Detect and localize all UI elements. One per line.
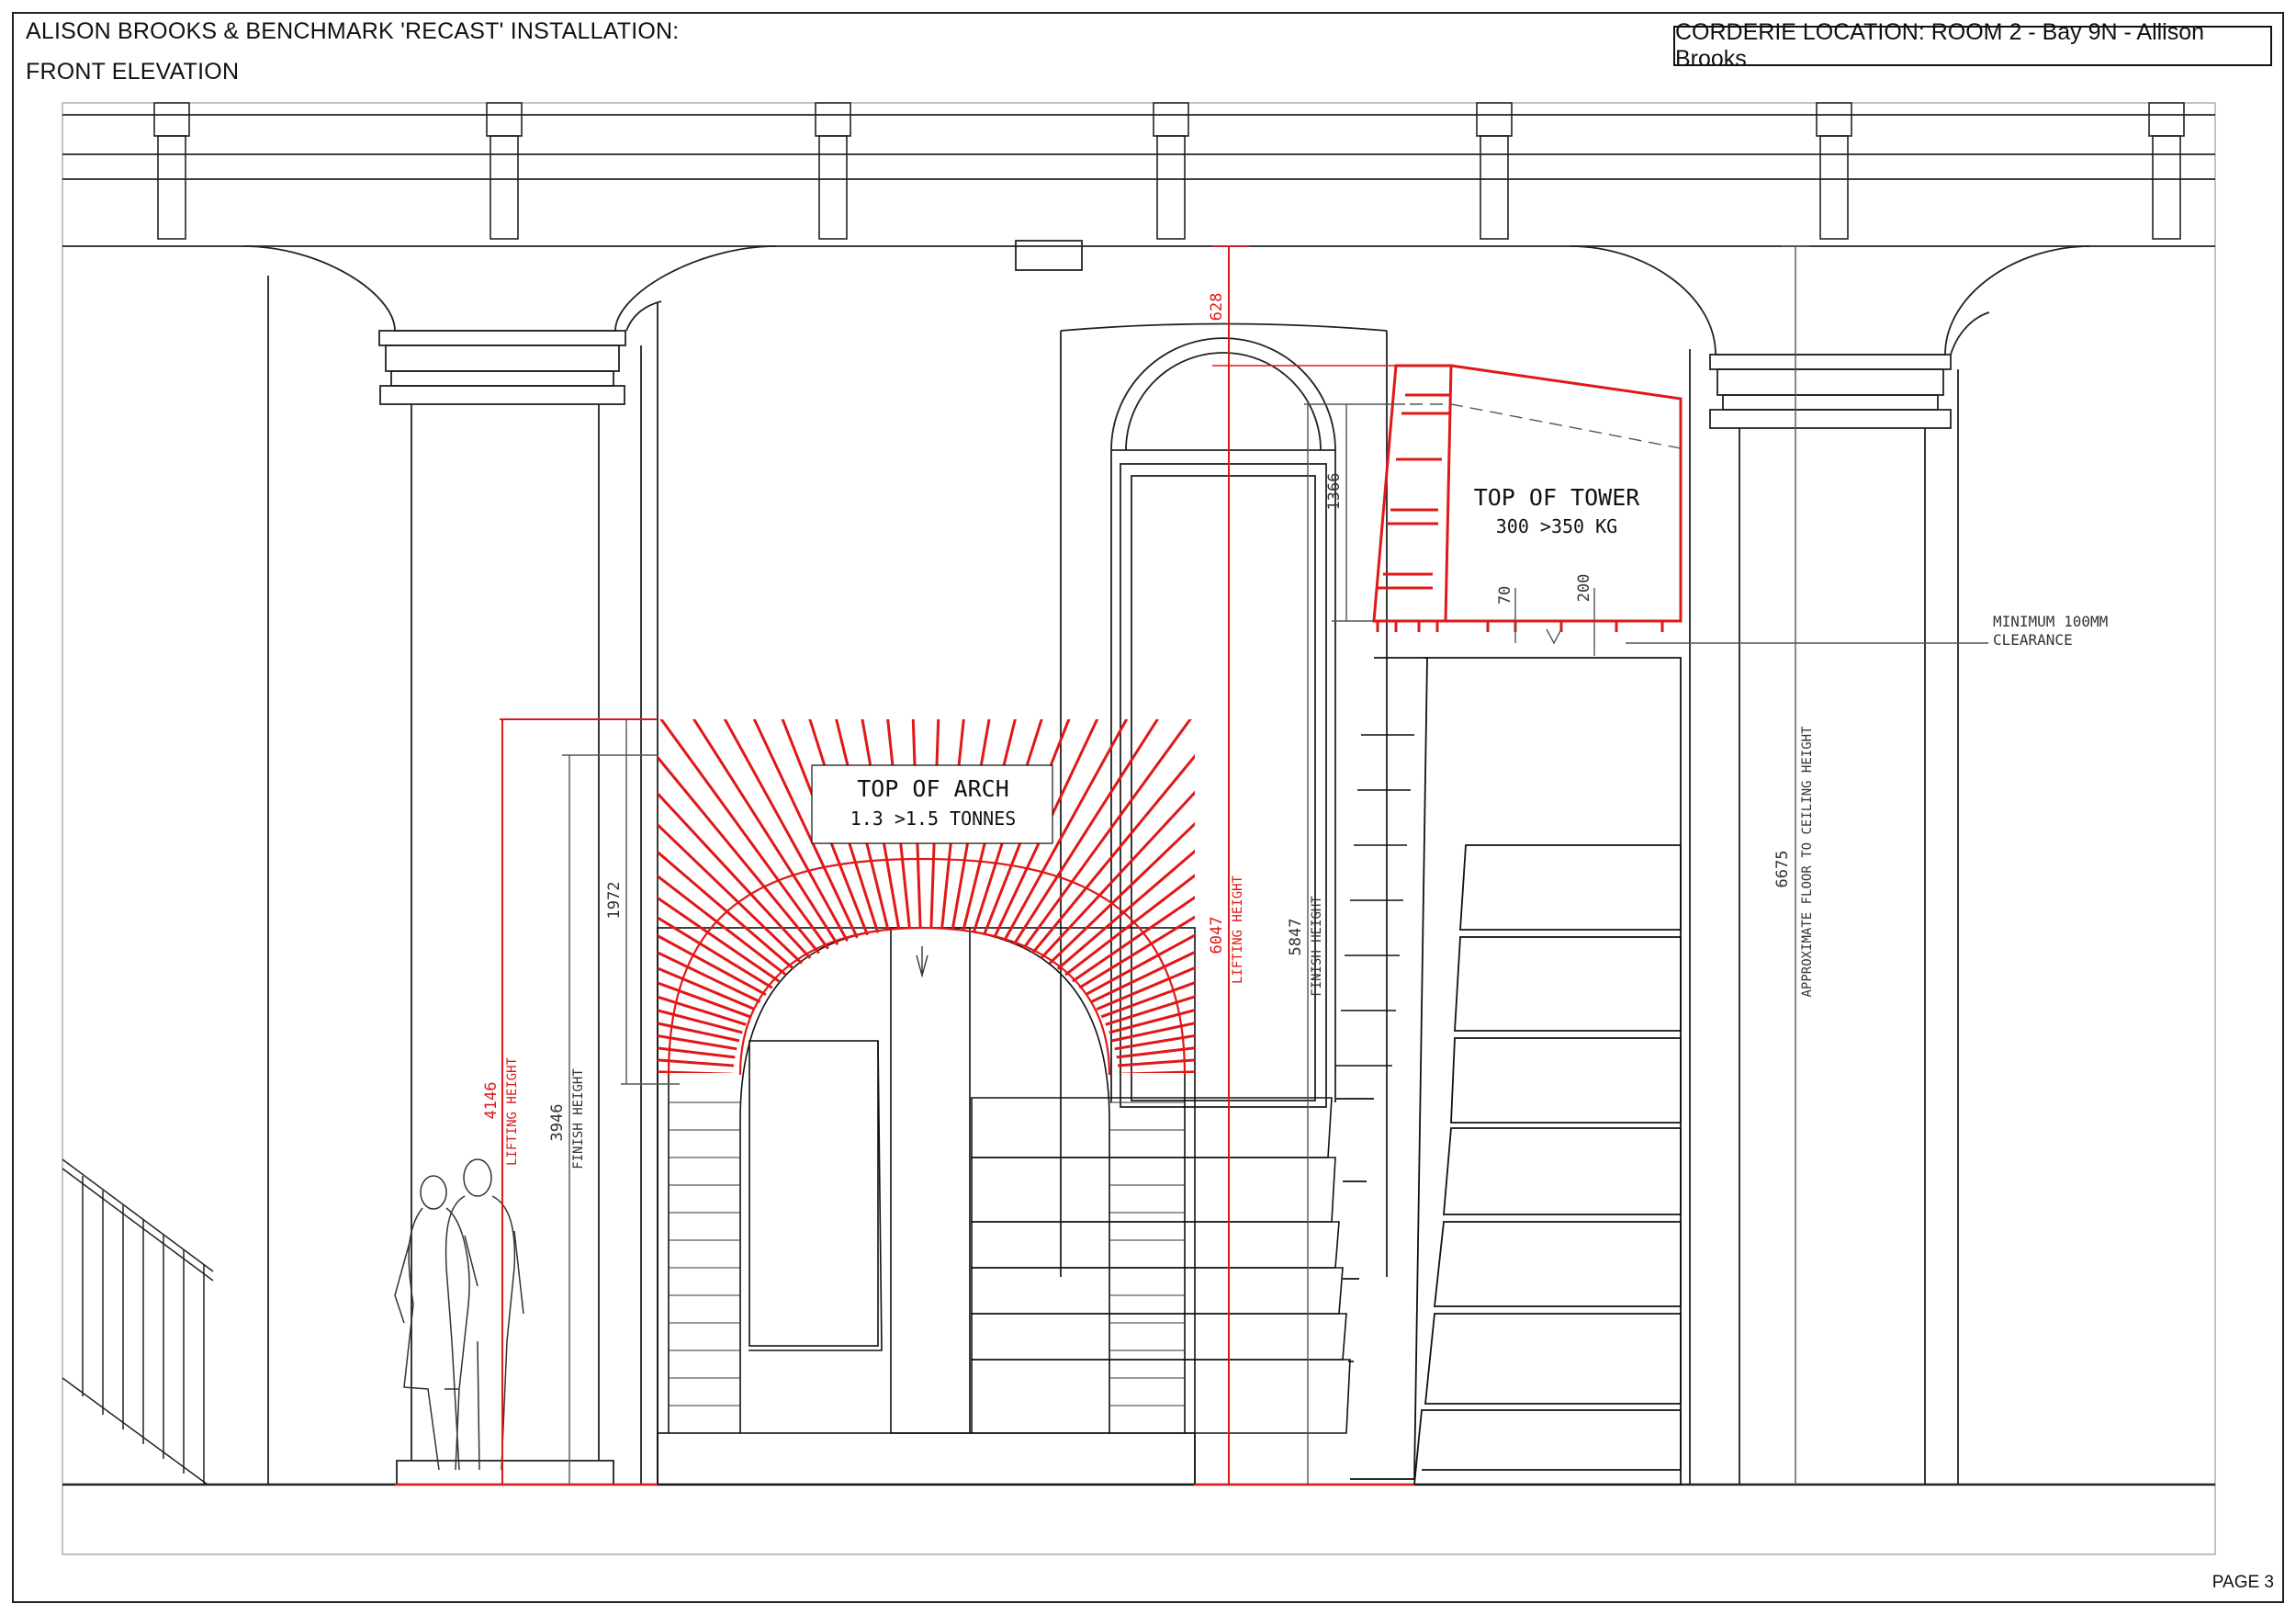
vent-grille — [1015, 240, 1083, 271]
dim-6047: 6047 — [1208, 917, 1226, 954]
clearance-note-2: CLEARANCE — [1993, 631, 2073, 649]
dim-5847-finish: FINISH HEIGHT — [1310, 896, 1324, 997]
dim-4146-lifting: LIFTING HEIGHT — [505, 1056, 520, 1166]
arch-radial-member — [861, 719, 901, 930]
dim-6047-lifting: LIFTING HEIGHT — [1231, 875, 1245, 984]
arch-down-arrow — [916, 946, 929, 978]
arch-radial-member — [658, 791, 812, 959]
dim-3946-finish: FINISH HEIGHT — [571, 1068, 586, 1169]
sheet-border — [12, 12, 2284, 1603]
dim-1366: 1366 — [1325, 473, 1344, 511]
arch-radial-member — [940, 719, 965, 929]
arch-radial-member — [1040, 790, 1195, 959]
clearance-note-1: MINIMUM 100MM — [1993, 613, 2108, 630]
dim-6675-ceiling: APPROXIMATE FLOOR TO CEILING HEIGHT — [1800, 726, 1815, 998]
dimension-lines — [395, 245, 1988, 1485]
arch-radial-member — [658, 995, 747, 1026]
top-of-arch-label: TOP OF ARCH 1.3 >1.5 TONNES — [811, 764, 1053, 844]
dim-4146: 4146 — [482, 1082, 501, 1120]
top-of-arch-title: TOP OF ARCH — [857, 775, 1009, 802]
stair — [62, 1158, 214, 1485]
tower-ladder — [1335, 734, 1414, 1067]
arch-inner-outline — [738, 926, 1111, 1076]
top-of-tower-weight: 300 >350 KG — [1496, 515, 1617, 537]
arch-radial-member — [658, 981, 751, 1019]
arch-radial-member — [886, 719, 911, 929]
arch-steps — [971, 1097, 1351, 1434]
top-of-tower-title: TOP OF TOWER — [1474, 484, 1641, 511]
page-number: PAGE 3 — [2212, 1573, 2274, 1592]
arch-radial-member — [658, 896, 780, 983]
arch-radial-member — [911, 719, 922, 929]
dim-6675: 6675 — [1773, 851, 1792, 888]
elevation-drawing: 628 1366 70 200 1972 4146 LIFTING HEIGHT… — [12, 12, 2284, 1603]
building-fabric — [62, 102, 2215, 1486]
arch-radial-member — [1100, 981, 1195, 1019]
arch-radial-member — [1118, 1070, 1195, 1073]
arch-radial-member — [951, 719, 991, 930]
dim-70: 70 — [1496, 586, 1514, 604]
balustrade-posts — [153, 102, 2185, 240]
dim-3946: 3946 — [548, 1104, 567, 1142]
drawing-frame — [62, 102, 2216, 1555]
dim-200: 200 — [1575, 574, 1593, 603]
drawing-sheet: ALISON BROOKS & BENCHMARK 'RECAST' INSTA… — [0, 0, 2296, 1615]
arch-radial-member — [929, 719, 940, 929]
top-of-tower-label: TOP OF TOWER 300 >350 KG — [1474, 484, 1641, 537]
arch-radial-member — [658, 916, 773, 989]
arch-radial-member — [658, 874, 787, 977]
top-of-arch-weight: 1.3 >1.5 TONNES — [850, 808, 1017, 830]
dim-1972: 1972 — [605, 882, 624, 920]
dim-5847: 5847 — [1287, 919, 1305, 956]
arch — [657, 858, 1351, 1485]
dim-628: 628 — [1208, 293, 1226, 322]
scale-figures — [394, 1158, 524, 1471]
